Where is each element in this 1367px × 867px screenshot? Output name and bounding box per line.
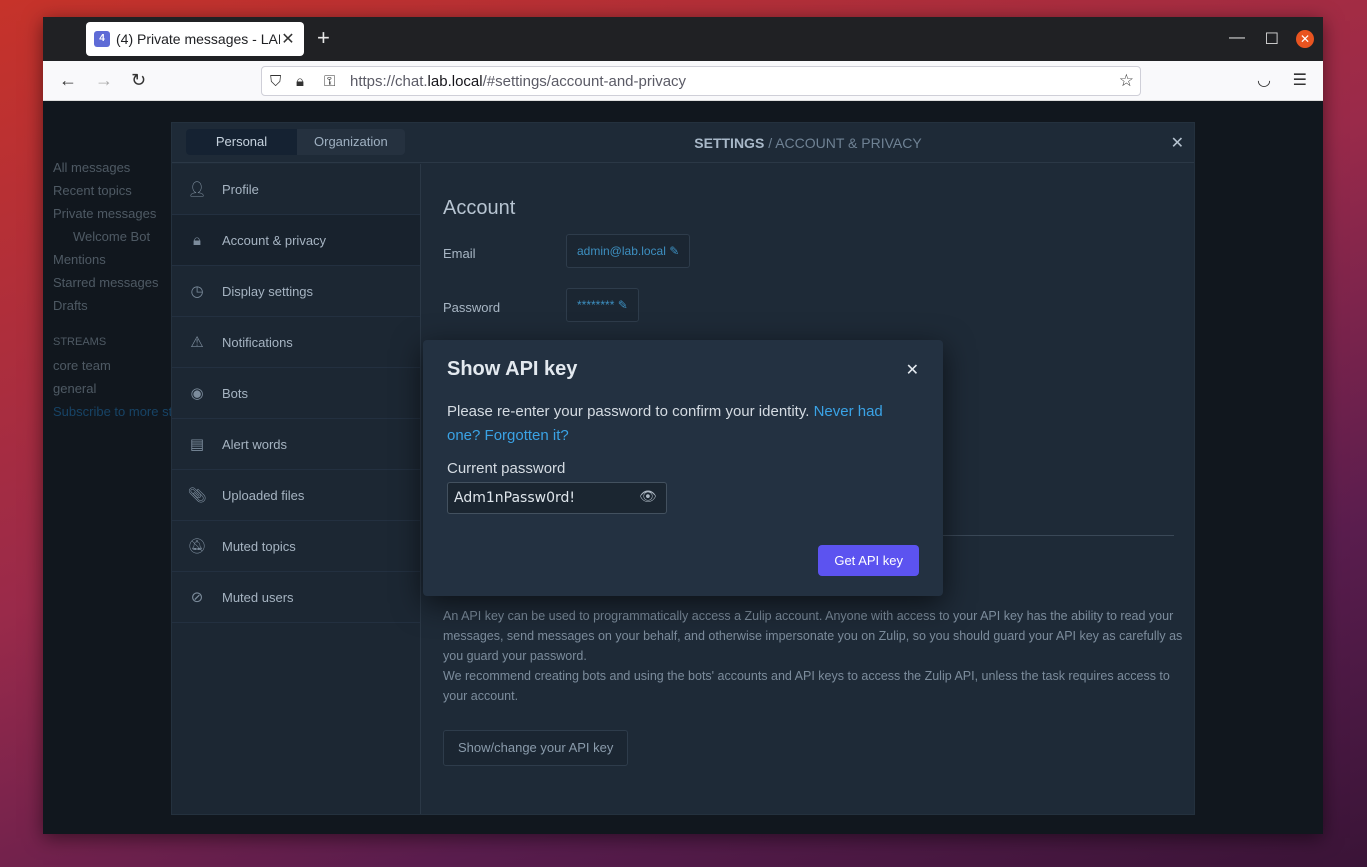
- warning-icon: ⚠: [190, 334, 204, 351]
- sidebar-item-label: Display settings: [222, 283, 314, 299]
- settings-sidebar: 👤︎ Profile 🔒︎ Account & privacy ◷ Display s…: [172, 164, 421, 814]
- reload-icon[interactable]: ↻: [131, 70, 146, 91]
- email-row: Email admin@lab.local ✎: [443, 234, 1174, 288]
- password-value-button[interactable]: ******** ✎: [566, 288, 639, 322]
- password-row: Password ******** ✎: [443, 288, 1174, 342]
- lock-icon[interactable]: 🔒︎: [296, 73, 304, 90]
- settings-title-main: SETTINGS: [694, 135, 765, 151]
- settings-title-sub: / ACCOUNT & PRIVACY: [768, 135, 922, 151]
- settings-title: SETTINGS / ACCOUNT & PRIVACY: [172, 135, 1194, 151]
- maximize-icon[interactable]: ☐: [1265, 29, 1279, 49]
- new-tab-button[interactable]: +: [317, 27, 330, 49]
- settings-header: Personal Organization SETTINGS / ACCOUNT…: [172, 123, 1194, 163]
- sidebar-item-uploaded-files[interactable]: 📎︎ Uploaded files: [172, 470, 420, 521]
- paperclip-icon: 📎︎: [187, 487, 207, 504]
- sidebar-item-display[interactable]: ◷ Display settings: [172, 266, 420, 317]
- api-key-modal: Show API key ✕ Please re-enter your pass…: [423, 340, 943, 596]
- current-password-input[interactable]: Adm1nPassw0rd!: [447, 482, 667, 514]
- settings-content: Account Email admin@lab.local ✎ Password…: [443, 164, 1182, 766]
- eye-icon[interactable]: 👁︎: [639, 488, 657, 505]
- nav-bar: ← → ↻ ⛉ 🔒︎ ⚿ https://chat. lab.local/#set…: [43, 61, 1323, 101]
- modal-body: Please re-enter your password to confirm…: [447, 400, 907, 448]
- sidebar-item-notifications[interactable]: ⚠ Notifications: [172, 317, 420, 368]
- key-icon[interactable]: ⚿: [324, 73, 335, 90]
- browser-tab[interactable]: 4 (4) Private messages - LAB ✕: [86, 22, 304, 56]
- api-description-2: We recommend creating bots and using the…: [443, 669, 1170, 703]
- pencil-icon: ✎: [669, 244, 680, 258]
- sidebar-item-label: Muted topics: [222, 538, 296, 554]
- sidebar-item-label: Bots: [222, 385, 249, 401]
- url-bar[interactable]: ⛉ 🔒︎ ⚿ https://chat. lab.local/#settings/…: [261, 66, 1141, 96]
- sidebar-item-label: Uploaded files: [222, 487, 305, 503]
- email-value-button[interactable]: admin@lab.local ✎: [566, 234, 691, 268]
- sidebar-item-label: Muted users: [222, 589, 294, 605]
- tab-close-icon[interactable]: ✕: [280, 29, 296, 49]
- back-icon[interactable]: ←: [59, 70, 77, 91]
- sidebar-item-label: Account & privacy: [222, 232, 327, 248]
- sidebar-item-profile[interactable]: 👤︎ Profile: [172, 164, 420, 215]
- password-label: Password: [443, 300, 501, 315]
- url-prefix: https://chat.: [350, 72, 428, 90]
- password-value: ********: [577, 298, 615, 312]
- sidebar-item-label: Notifications: [222, 334, 293, 350]
- shield-icon[interactable]: ⛉: [270, 73, 281, 90]
- pocket-icon[interactable]: ◡: [1257, 70, 1271, 90]
- email-label: Email: [443, 246, 476, 261]
- account-heading: Account: [443, 197, 516, 219]
- settings-close-icon[interactable]: ✕: [1171, 133, 1184, 153]
- minimize-icon[interactable]: —: [1229, 29, 1245, 47]
- sidebar-item-label: Profile: [222, 181, 259, 197]
- lock-icon: 🔒︎: [193, 231, 201, 249]
- eye-slash-icon: ⊘: [190, 589, 204, 606]
- modal-close-icon[interactable]: ✕: [906, 360, 919, 380]
- sidebar-item-bots[interactable]: ◉ Bots: [172, 368, 420, 419]
- email-value: admin@lab.local: [577, 244, 666, 258]
- modal-body-text: Please re-enter your password to confirm…: [447, 403, 814, 420]
- bookmark-star-icon[interactable]: ☆: [1119, 71, 1134, 91]
- github-icon: ◉: [190, 385, 204, 402]
- sidebar-item-label: Alert words: [222, 436, 288, 452]
- url-path: /#settings/account-and-privacy: [482, 72, 687, 90]
- tab-bar: 4 (4) Private messages - LAB ✕ + — ☐ ✕: [43, 17, 1323, 61]
- forward-icon[interactable]: →: [95, 70, 113, 91]
- api-description: An API key can be used to programmatical…: [443, 606, 1183, 706]
- tab-title: (4) Private messages - LAB: [116, 31, 280, 47]
- book-icon: ▤: [189, 436, 205, 453]
- zulip-favicon-icon: 4: [94, 31, 110, 47]
- bell-slash-icon: 🔕︎: [187, 538, 207, 555]
- clock-icon: ◷: [190, 283, 204, 300]
- api-description-1: An API key can be used to programmatical…: [443, 609, 1183, 663]
- modal-title: Show API key: [447, 358, 578, 380]
- current-password-label: Current password: [447, 460, 566, 477]
- window-close-icon[interactable]: ✕: [1296, 30, 1314, 48]
- person-icon: 👤︎: [187, 181, 207, 198]
- pencil-icon: ✎: [617, 298, 628, 312]
- menu-icon[interactable]: ☰: [1293, 70, 1307, 90]
- sidebar-item-alert-words[interactable]: ▤ Alert words: [172, 419, 420, 470]
- get-api-key-button[interactable]: Get API key: [818, 545, 919, 576]
- sidebar-item-muted-topics[interactable]: 🔕︎ Muted topics: [172, 521, 420, 572]
- show-api-key-button[interactable]: Show/change your API key: [443, 730, 629, 766]
- url-host: lab.local: [427, 72, 483, 90]
- sidebar-item-account-privacy[interactable]: 🔒︎ Account & privacy: [172, 215, 420, 266]
- sidebar-item-muted-users[interactable]: ⊘ Muted users: [172, 572, 420, 623]
